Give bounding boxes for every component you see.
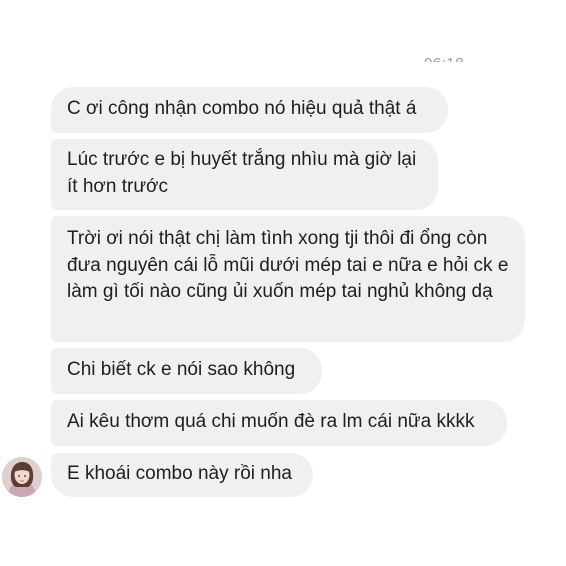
user-avatar-icon [2, 457, 42, 497]
message-bubble[interactable]: Lúc trước e bị huyết trắng nhìu mà giờ l… [51, 139, 438, 210]
message-bubble[interactable]: Trời ơi nói thật chị làm tình xong tji t… [51, 216, 525, 342]
chat-conversation: 06:18 C ơi công nhận combo nó hiệu quả t… [0, 0, 566, 566]
message-timestamp: 06:18 [424, 49, 474, 62]
message-bubble[interactable]: E khoái combo này rồi nha [51, 453, 313, 497]
message-bubble[interactable]: Ai kêu thơm quá chi muốn đè ra lm cái nữ… [51, 400, 507, 446]
sender-avatar[interactable] [2, 457, 42, 497]
message-bubble[interactable]: C ơi công nhận combo nó hiệu quả thật á [51, 87, 448, 133]
message-bubble[interactable]: Chi biết ck e nói sao không [51, 348, 322, 394]
